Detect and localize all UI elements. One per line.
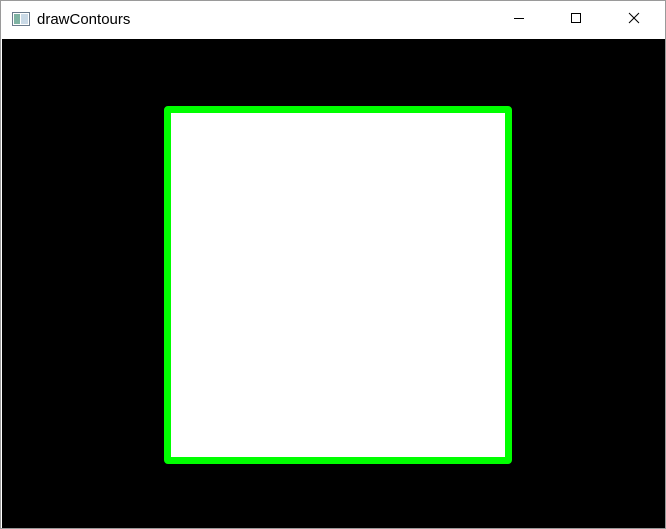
maximize-button[interactable]: [553, 1, 599, 39]
contour-rectangle: [164, 106, 512, 464]
app-icon: [12, 12, 30, 26]
minimize-icon: [513, 11, 525, 29]
app-window: drawContours: [0, 0, 666, 529]
image-canvas: [2, 39, 665, 528]
close-icon: [628, 11, 640, 29]
window-title: drawContours: [37, 11, 131, 28]
title-bar[interactable]: drawContours: [1, 1, 665, 39]
close-button[interactable]: [611, 1, 657, 39]
maximize-icon: [570, 11, 582, 29]
minimize-button[interactable]: [496, 1, 542, 39]
